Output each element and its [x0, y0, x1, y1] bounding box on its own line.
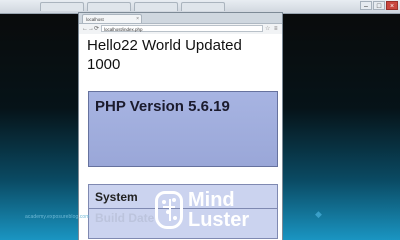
row-label: System [95, 190, 138, 204]
url-input[interactable]: localhost/index.php [101, 25, 263, 32]
leaf-icon: ◆ [315, 209, 322, 219]
php-version-title: PHP Version 5.6.19 [95, 98, 230, 115]
brand-name-line2: Luster [188, 209, 250, 231]
inner-tabstrip: localhost × [79, 13, 282, 24]
window-controls: – □ × [360, 1, 398, 10]
outer-tab-2[interactable] [87, 2, 131, 11]
outer-browser-tabbar: – □ × [0, 0, 400, 14]
close-button[interactable]: × [386, 1, 398, 10]
php-version-banner: PHP Version 5.6.19 [88, 91, 278, 167]
maximize-button[interactable]: □ [373, 1, 385, 10]
outer-tab-1[interactable] [40, 2, 84, 11]
row-label: Build Date [95, 211, 155, 225]
close-tab-icon[interactable]: × [136, 15, 139, 24]
brand-logo: Mind Luster [152, 189, 272, 231]
watermark-text: academy.exposureblog.com [25, 214, 90, 220]
brain-circuit-icon [155, 191, 183, 229]
inner-tab-title: localhost [86, 17, 104, 22]
refresh-icon[interactable]: ⟳ [94, 25, 99, 33]
inner-tab[interactable]: localhost × [82, 14, 142, 23]
outer-tab-3[interactable] [134, 2, 178, 11]
brand-name-line1: Mind [188, 189, 235, 211]
outer-tab-4[interactable] [181, 2, 225, 11]
menu-icon[interactable]: ≡ [274, 25, 278, 33]
page-heading: Hello22 World Updated 1000 [87, 37, 242, 73]
star-icon[interactable]: ☆ [265, 25, 270, 33]
minimize-button[interactable]: – [360, 1, 372, 10]
